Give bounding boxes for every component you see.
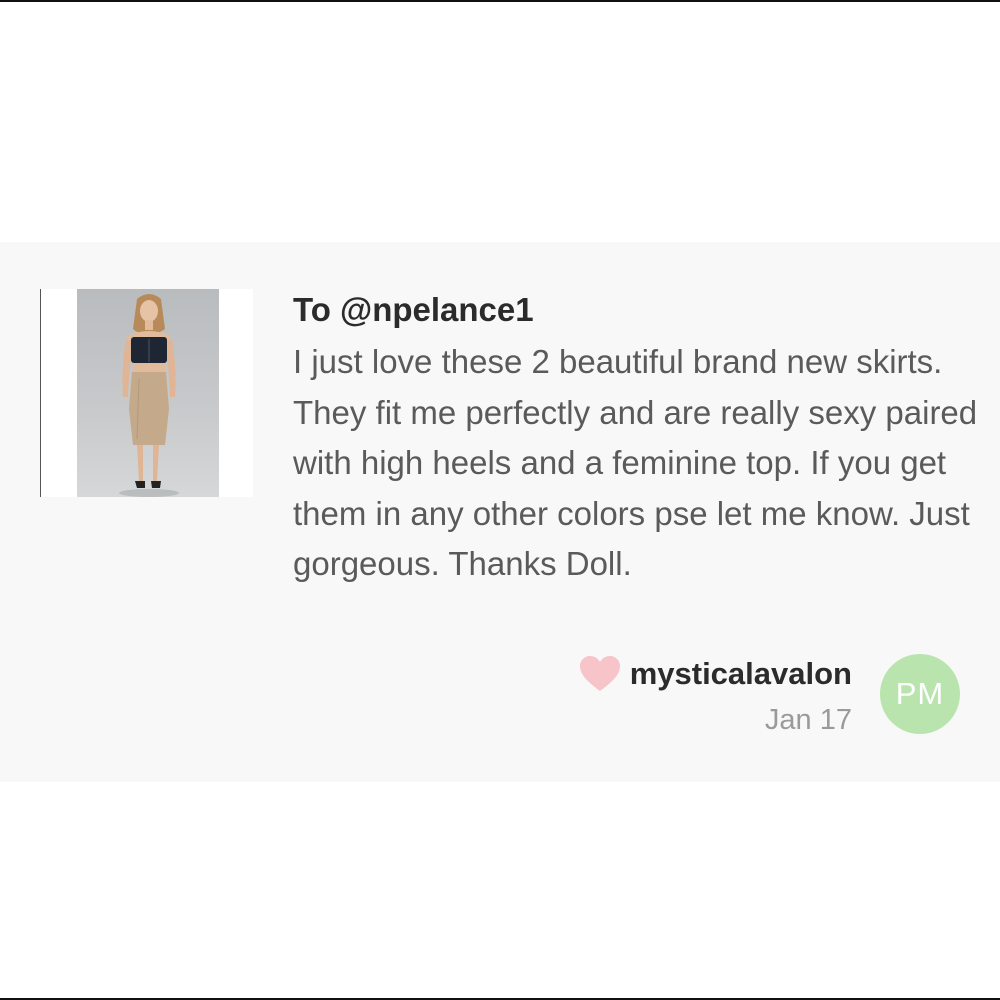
- product-thumbnail[interactable]: [40, 289, 253, 497]
- heart-icon[interactable]: [579, 656, 620, 692]
- avatar-initials: PM: [895, 676, 945, 711]
- author-username[interactable]: mysticalavalon: [630, 654, 852, 694]
- screen: To @npelance1 I just love these 2 beauti…: [0, 0, 1000, 1000]
- review-message: I just love these 2 beautiful brand new …: [293, 343, 978, 582]
- review-date: Jan 17: [764, 704, 852, 736]
- love-note-card: To @npelance1 I just love these 2 beauti…: [0, 242, 1000, 782]
- author-avatar[interactable]: PM: [880, 654, 960, 734]
- author-row: mysticalavalon: [579, 654, 852, 694]
- product-photo: [77, 289, 219, 497]
- recipient-label[interactable]: To @npelance1: [293, 290, 534, 330]
